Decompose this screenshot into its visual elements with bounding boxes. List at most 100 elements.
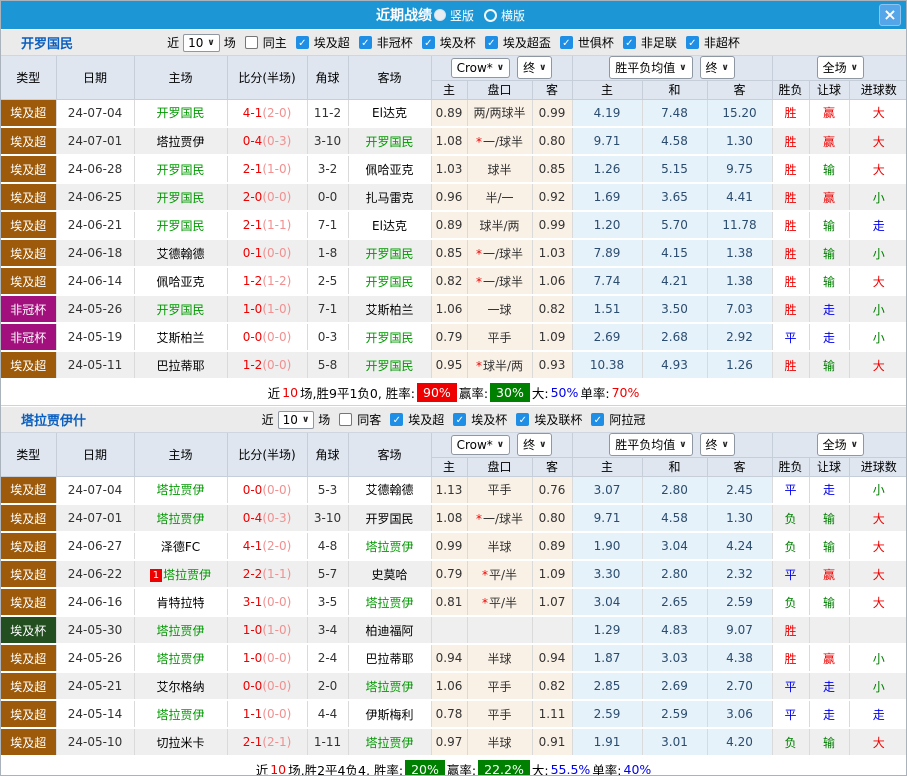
score-cell: 1-0(1-0): [227, 616, 307, 644]
halftime-score: (0-0): [262, 679, 291, 693]
col-handicap-result: 让球: [809, 457, 849, 476]
away-team-cell: 巴拉蒂耶: [348, 644, 431, 672]
table-row: 埃及超24-05-10切拉米卡2-1(2-1)1-11塔拉贾伊0.97半球0.9…: [1, 728, 907, 756]
handicap-result-cell: 输: [809, 728, 849, 756]
eu-away-odds: 4.24: [707, 532, 772, 560]
halftime-score: (1-0): [262, 302, 291, 316]
table-row: 埃及超24-07-04塔拉贾伊0-0(0-0)5-3艾德翰德1.13平手0.76…: [1, 476, 907, 504]
date-cell: 24-06-18: [56, 239, 134, 267]
star-mark: *: [476, 247, 482, 261]
ah-line-text: 半/一: [485, 191, 513, 205]
ah-line: *一/球半: [467, 239, 532, 267]
recent-count-select[interactable]: 10∨: [183, 34, 220, 52]
same-venue-checkbox[interactable]: [339, 413, 352, 426]
table-row: 埃及超24-06-16肯特拉特3-1(0-0)3-5塔拉贾伊0.81*平/半1.…: [1, 588, 907, 616]
league-checkbox-0[interactable]: ✓: [390, 413, 403, 426]
date-cell: 24-05-11: [56, 351, 134, 379]
table-row: 埃及超24-05-14塔拉贾伊1-1(0-0)4-4伊斯梅利0.78平手1.11…: [1, 700, 907, 728]
away-team-cell: 史莫哈: [348, 560, 431, 588]
summary-segment: 场,胜9平1负0, 胜率:: [300, 383, 415, 402]
ah-away-odds: 0.99: [532, 211, 572, 239]
league-checkbox-5[interactable]: ✓: [623, 36, 636, 49]
period-select-2[interactable]: 终∨: [700, 56, 735, 79]
handicap-result-cell: 走: [809, 700, 849, 728]
table-row: 埃及超24-05-11巴拉蒂耶1-2(0-0)5-8开罗国民0.95*球半/两0…: [1, 351, 907, 379]
section-header-team1: 开罗国民 近10∨场同主✓埃及超✓非冠杯✓埃及杯✓埃及超盃✓世俱杯✓非足联✓非超…: [1, 29, 906, 56]
metric-select[interactable]: 胜平负均值∨: [609, 56, 692, 79]
horizontal-layout-radio[interactable]: [484, 9, 497, 22]
eu-draw-odds: 4.15: [642, 239, 707, 267]
league-checkbox-4[interactable]: ✓: [560, 36, 573, 49]
goals-result-cell: 小: [849, 239, 907, 267]
col-away: 客场: [348, 56, 431, 99]
ah-line: 平手: [467, 672, 532, 700]
halftime-score: (2-0): [262, 106, 291, 120]
close-icon[interactable]: ×: [879, 4, 901, 26]
bookmaker-select[interactable]: Crow*∨: [451, 435, 511, 455]
bookmaker-select[interactable]: Crow*∨: [451, 58, 511, 78]
corners-cell: 0-3: [307, 323, 348, 351]
metric-select[interactable]: 胜平负均值∨: [609, 433, 692, 456]
away-team-cell: 伊斯梅利: [348, 700, 431, 728]
ah-home-odds: 1.06: [431, 295, 467, 323]
league-checkbox-2[interactable]: ✓: [422, 36, 435, 49]
league-checkbox-0[interactable]: ✓: [296, 36, 309, 49]
league-cell: 埃及超: [1, 728, 56, 756]
result-cell: 胜: [772, 99, 809, 127]
eu-away-odds: 15.20: [707, 99, 772, 127]
same-venue-checkbox[interactable]: [245, 36, 258, 49]
eu-away-odds: 4.38: [707, 644, 772, 672]
league-checkbox-3[interactable]: ✓: [591, 413, 604, 426]
ah-home-odds: 0.79: [431, 560, 467, 588]
halftime-score: (1-1): [262, 218, 291, 232]
date-cell: 24-05-26: [56, 644, 134, 672]
league-checkbox-1[interactable]: ✓: [453, 413, 466, 426]
date-cell: 24-06-16: [56, 588, 134, 616]
home-team-cell: 塔拉贾伊: [134, 504, 227, 532]
ah-line-text: 一球: [487, 303, 511, 317]
table-row: 埃及超24-06-18艾德翰德0-1(0-0)1-8开罗国民0.85*一/球半1…: [1, 239, 907, 267]
ah-line: 球半: [467, 155, 532, 183]
ah-away-odds: 0.91: [532, 728, 572, 756]
ah-line-text: 球半: [487, 163, 511, 177]
vertical-layout-radio[interactable]: [434, 9, 446, 21]
period-select-1[interactable]: 终∨: [517, 56, 552, 79]
home-team-name: 塔拉贾伊: [156, 135, 204, 149]
handicap-result-cell: 走: [809, 295, 849, 323]
away-team-cell: 艾斯柏兰: [348, 295, 431, 323]
handicap-result-cell: 赢: [809, 183, 849, 211]
home-team-cell: 1塔拉贾伊: [134, 560, 227, 588]
recent-count-select[interactable]: 10∨: [278, 411, 315, 429]
eu-draw-odds: 4.83: [642, 616, 707, 644]
ah-home-odds: 1.06: [431, 672, 467, 700]
corners-cell: 11-2: [307, 99, 348, 127]
date-cell: 24-06-25: [56, 183, 134, 211]
league-checkbox-1[interactable]: ✓: [359, 36, 372, 49]
summary-segment: 大:: [532, 383, 549, 402]
corners-cell: 5-3: [307, 476, 348, 504]
period-select-2[interactable]: 终∨: [700, 433, 735, 456]
col-goals-result: 进球数: [849, 80, 907, 99]
score-cell: 2-1(2-1): [227, 728, 307, 756]
league-cell: 非冠杯: [1, 295, 56, 323]
eu-home-odds: 9.71: [572, 504, 642, 532]
eu-away-odds: 3.06: [707, 700, 772, 728]
eu-away-odds: 2.45: [707, 476, 772, 504]
scope-select[interactable]: 全场∨: [817, 56, 864, 79]
league-checkbox-6[interactable]: ✓: [686, 36, 699, 49]
eu-draw-odds: 3.65: [642, 183, 707, 211]
corners-cell: 3-5: [307, 588, 348, 616]
scope-select[interactable]: 全场∨: [817, 433, 864, 456]
league-checkbox-label: 阿拉冠: [609, 411, 645, 428]
ah-line-text: 平手: [487, 331, 511, 345]
col-date: 日期: [56, 56, 134, 99]
date-cell: 24-06-28: [56, 155, 134, 183]
result-cell: 平: [772, 700, 809, 728]
period-select-1[interactable]: 终∨: [517, 433, 552, 456]
ah-away-odds: 1.11: [532, 700, 572, 728]
league-checkbox-2[interactable]: ✓: [516, 413, 529, 426]
eu-away-odds: 2.70: [707, 672, 772, 700]
ah-line: 平手: [467, 323, 532, 351]
league-checkbox-3[interactable]: ✓: [485, 36, 498, 49]
league-cell: 埃及超: [1, 560, 56, 588]
